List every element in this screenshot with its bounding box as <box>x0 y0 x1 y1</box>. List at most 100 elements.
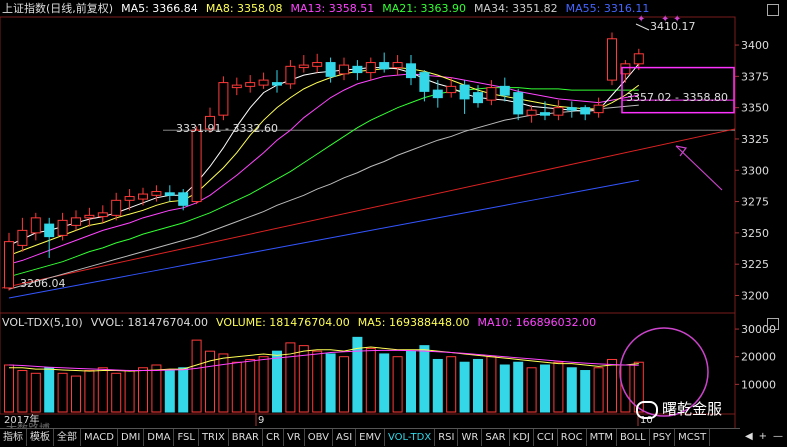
candle-body <box>593 104 604 114</box>
candle-body <box>111 199 122 216</box>
volume-bar <box>178 367 189 413</box>
tab-cr[interactable]: CR <box>263 429 284 446</box>
candle-body <box>513 92 524 115</box>
volume-tick-label: 10000 <box>741 378 776 391</box>
tab-vol-tdx[interactable]: VOL-TDX <box>385 429 436 446</box>
tab-boll[interactable]: BOLL <box>617 429 650 446</box>
volume-bar <box>339 356 349 413</box>
tabbar-left-0[interactable]: 指标 <box>0 429 27 446</box>
candle-body <box>164 192 175 196</box>
tab-mcst[interactable]: MCST <box>675 429 711 446</box>
candle-body <box>30 217 41 234</box>
tab-wr[interactable]: WR <box>458 429 483 446</box>
volume-bar <box>272 350 282 413</box>
candle-body <box>419 72 430 92</box>
tab-obv[interactable]: OBV <box>305 429 333 446</box>
watermark-text: 曙乾金服 <box>662 400 723 418</box>
volume-bar <box>44 367 55 413</box>
candle-body <box>231 84 242 89</box>
zoom-out-icon[interactable]: — <box>773 431 783 442</box>
volume-bar <box>312 350 323 413</box>
volume-ma5-value: MA5: 169388448.00 <box>357 316 470 329</box>
tab-dmi[interactable]: DMI <box>118 429 145 446</box>
tab-brar[interactable]: BRAR <box>229 429 263 446</box>
scroll-left-icon[interactable]: ◀ <box>745 431 753 442</box>
tab-emv[interactable]: EMV <box>356 429 385 446</box>
main-header: 上证指数(日线,前复权) MA5: 3366.84 MA8: 3358.08 MA13… <box>2 2 657 16</box>
tab-mtm[interactable]: MTM <box>587 429 617 446</box>
volume-bar <box>526 367 537 413</box>
volume-bar <box>325 353 336 413</box>
volume-bar <box>419 345 430 413</box>
ma21-legend: MA21: 3363.90 <box>382 2 466 15</box>
tabbar-left-1[interactable]: 模板 <box>27 429 54 446</box>
tab-vr[interactable]: VR <box>284 429 305 446</box>
tabbar-left-2[interactable]: 全部 <box>54 429 81 446</box>
ma34-legend: MA34: 3351.82 <box>473 2 558 15</box>
price-tick-label: 3225 <box>741 258 769 271</box>
tab-sar[interactable]: SAR <box>482 429 510 446</box>
candle-body <box>272 82 282 86</box>
candle-body <box>325 62 336 77</box>
tab-kdj[interactable]: KDJ <box>510 429 534 446</box>
volume-bar <box>432 358 443 413</box>
price-tick-label: 3300 <box>741 164 769 177</box>
vvol-value: VVOL: 181476704.00 <box>90 316 209 329</box>
volume-bar <box>446 356 457 413</box>
volume-bar <box>593 367 604 413</box>
volume-bar <box>486 356 497 413</box>
tab-psy[interactable]: PSY <box>650 429 676 446</box>
volume-bar <box>553 361 564 413</box>
candle-body <box>540 112 550 116</box>
volume-bar <box>566 367 577 413</box>
candle-body <box>553 107 564 116</box>
candle-body <box>138 193 148 200</box>
tab-dma[interactable]: DMA <box>144 429 175 446</box>
volume-bar <box>392 356 403 413</box>
volume-bar <box>258 356 269 413</box>
candle-body <box>84 214 95 219</box>
ma55-legend: MA55: 3316.11 <box>565 2 650 15</box>
volume-bar <box>151 364 162 413</box>
price-tick-label: 3200 <box>741 289 769 302</box>
ma13-line <box>8 73 639 265</box>
ma21-line <box>8 87 639 278</box>
volume-bar <box>57 372 68 413</box>
volume-bar <box>111 372 122 413</box>
candle-body <box>178 192 189 206</box>
candle-body <box>580 107 591 115</box>
volume-bar <box>30 372 41 413</box>
volume-window-toggle-icon[interactable] <box>767 318 779 330</box>
price-tick-label: 3250 <box>741 227 769 240</box>
candle-body <box>71 217 81 226</box>
price-pane-frame <box>0 16 736 314</box>
tab-macd[interactable]: MACD <box>81 429 118 446</box>
tab-fsl[interactable]: FSL <box>174 429 199 446</box>
tab-asi[interactable]: ASI <box>333 429 357 446</box>
candle-body <box>607 38 617 81</box>
candle-body <box>406 63 416 79</box>
tab-trix[interactable]: TRIX <box>199 429 229 446</box>
volume-bar <box>473 358 483 413</box>
candle-body <box>633 53 644 65</box>
volume-bar <box>97 367 108 413</box>
candle-body <box>298 64 309 69</box>
window-toggle-icon[interactable] <box>767 4 779 16</box>
tab-rsi[interactable]: RSI <box>435 429 459 446</box>
zoom-in-icon[interactable]: + <box>759 431 767 442</box>
box-range-label: 3357.02 - 3358.80 <box>626 91 728 104</box>
price-tick-label: 3350 <box>741 102 769 115</box>
tab-roc[interactable]: ROC <box>558 429 587 446</box>
volume-bar <box>71 375 81 413</box>
volume-bar <box>164 370 175 413</box>
volume-indicator-name: VOL-TDX(5,10) <box>2 316 83 329</box>
price-tick-label: 3275 <box>741 196 769 209</box>
volume-bar <box>406 350 416 413</box>
price-volume-chart: 3400337533503325330032753250322532003000… <box>0 14 776 428</box>
support-range-label: 3331.91 - 3332.60 <box>176 122 278 135</box>
tab-cci[interactable]: CCI <box>534 429 558 446</box>
volume-bar <box>540 364 550 413</box>
price-tick-label: 3375 <box>741 70 769 83</box>
candle-body <box>44 223 55 238</box>
ma13-legend: MA13: 3358.51 <box>290 2 375 15</box>
